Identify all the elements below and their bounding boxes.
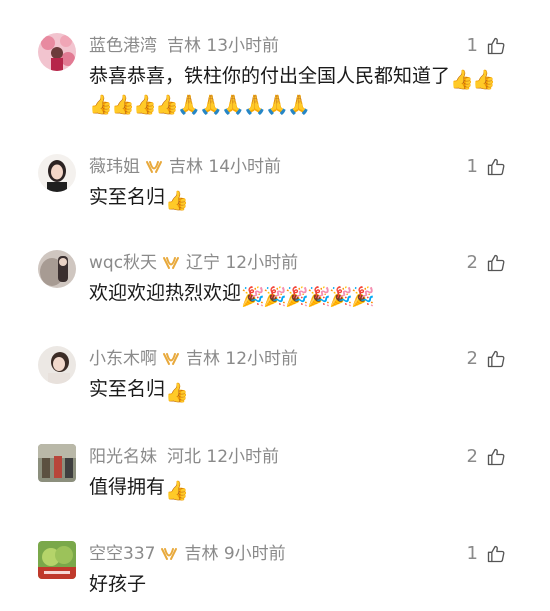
comment-text: 欢迎欢迎热烈欢迎🎉🎉🎉🎉🎉🎉	[89, 281, 509, 308]
thumbs-up-outline-icon	[487, 37, 505, 55]
folded-hands-icon: 🙏	[221, 94, 245, 116]
vip-badge-icon	[146, 161, 162, 173]
timestamp: 12小时前	[206, 447, 280, 467]
comment-body: 恭喜恭喜，铁柱你的付出全国人民都知道了	[89, 65, 451, 87]
party-popper-icon: 🎉	[351, 286, 375, 308]
comment-list: 蓝色港湾 吉林 13小时前 1 恭喜恭喜，铁柱你的付出全国人民都知道了👍👍 👍👍👍…	[0, 0, 550, 611]
thumbs-up-icon: 👍	[155, 94, 179, 116]
folded-hands-icon: 🙏	[199, 94, 223, 116]
like-button[interactable]: 1	[467, 35, 506, 57]
like-button[interactable]: 2	[467, 446, 506, 468]
avatar[interactable]	[38, 33, 76, 71]
like-count: 2	[466, 252, 478, 273]
comment-text: 值得拥有👍	[89, 475, 509, 502]
party-popper-icon: 🎉	[263, 286, 287, 308]
comment-meta: 薇玮姐 吉林 14小时前	[89, 156, 281, 178]
like-button[interactable]: 2	[467, 252, 506, 274]
avatar[interactable]	[38, 541, 76, 579]
location: 河北	[167, 447, 201, 467]
vip-badge-icon	[161, 548, 178, 560]
like-button[interactable]: 2	[467, 348, 506, 370]
avatar[interactable]	[38, 444, 76, 482]
comment-body: 值得拥有	[89, 476, 166, 498]
like-button[interactable]: 1	[467, 156, 506, 178]
comment-meta: 小东木啊 吉林 12小时前	[89, 348, 298, 370]
like-count: 2	[466, 348, 478, 369]
thumbs-up-icon: 👍	[472, 69, 496, 91]
username[interactable]: wqc秋天	[89, 253, 157, 273]
thumbs-up-outline-icon	[487, 254, 505, 272]
username[interactable]: 薇玮姐	[89, 157, 140, 177]
username[interactable]: 阳光名妹	[89, 447, 157, 467]
username[interactable]: 蓝色港湾	[89, 36, 157, 56]
comment-body: 欢迎欢迎热烈欢迎	[89, 282, 242, 304]
location: 吉林	[184, 544, 219, 564]
comment-meta: 阳光名妹 河北 12小时前	[89, 446, 279, 468]
comment-meta: wqc秋天 辽宁 12小时前	[89, 252, 298, 274]
thumbs-up-icon: 👍	[89, 94, 113, 116]
like-count: 2	[466, 446, 478, 467]
thumbs-up-icon: 👍	[133, 94, 157, 116]
timestamp: 12小时前	[225, 253, 299, 273]
folded-hands-icon: 🙏	[243, 94, 267, 116]
party-popper-icon: 🎉	[285, 286, 309, 308]
thumbs-up-outline-icon	[487, 545, 505, 563]
thumbs-up-icon: 👍	[111, 94, 135, 116]
party-popper-icon: 🎉	[241, 286, 265, 308]
comment-body: 实至名归	[89, 378, 166, 400]
folded-hands-icon: 🙏	[177, 94, 201, 116]
party-popper-icon: 🎉	[307, 286, 331, 308]
comment-meta: 空空337 吉林 9小时前	[89, 543, 286, 565]
like-count: 1	[466, 35, 478, 56]
avatar[interactable]	[38, 346, 76, 384]
thumbs-up-icon: 👍	[165, 382, 189, 404]
like-count: 1	[466, 156, 478, 177]
comment-text: 恭喜恭喜，铁柱你的付出全国人民都知道了👍👍 👍👍👍👍🙏🙏🙏🙏🙏🙏	[89, 64, 509, 116]
username[interactable]: 小东木啊	[89, 349, 157, 369]
location: 吉林	[186, 349, 220, 369]
comment-body: 好孩子	[89, 573, 147, 595]
avatar[interactable]	[38, 250, 76, 288]
timestamp: 12小时前	[225, 349, 299, 369]
location: 辽宁	[186, 253, 221, 273]
location: 吉林	[169, 157, 203, 177]
like-count: 1	[466, 543, 478, 564]
avatar[interactable]	[38, 154, 76, 192]
comment-text: 好孩子	[89, 572, 509, 596]
thumbs-up-icon: 👍	[165, 190, 189, 212]
comment-text: 实至名归👍	[89, 377, 509, 404]
thumbs-up-outline-icon	[487, 158, 505, 176]
comment-text: 实至名归👍	[89, 185, 509, 212]
party-popper-icon: 🎉	[329, 286, 353, 308]
location: 吉林	[167, 36, 201, 56]
thumbs-up-icon: 👍	[165, 480, 189, 502]
thumbs-up-outline-icon	[487, 350, 505, 368]
thumbs-up-icon: 👍	[450, 69, 474, 91]
vip-badge-icon	[163, 257, 180, 269]
comment-meta: 蓝色港湾 吉林 13小时前	[89, 35, 279, 57]
folded-hands-icon: 🙏	[265, 94, 289, 116]
vip-badge-icon	[163, 353, 179, 365]
username[interactable]: 空空337	[89, 544, 155, 564]
like-button[interactable]: 1	[467, 543, 506, 565]
timestamp: 14小时前	[208, 157, 282, 177]
timestamp: 13小时前	[206, 36, 280, 56]
thumbs-up-outline-icon	[487, 448, 505, 466]
comment-body: 实至名归	[89, 186, 166, 208]
folded-hands-icon: 🙏	[287, 94, 311, 116]
timestamp: 9小时前	[223, 544, 286, 564]
